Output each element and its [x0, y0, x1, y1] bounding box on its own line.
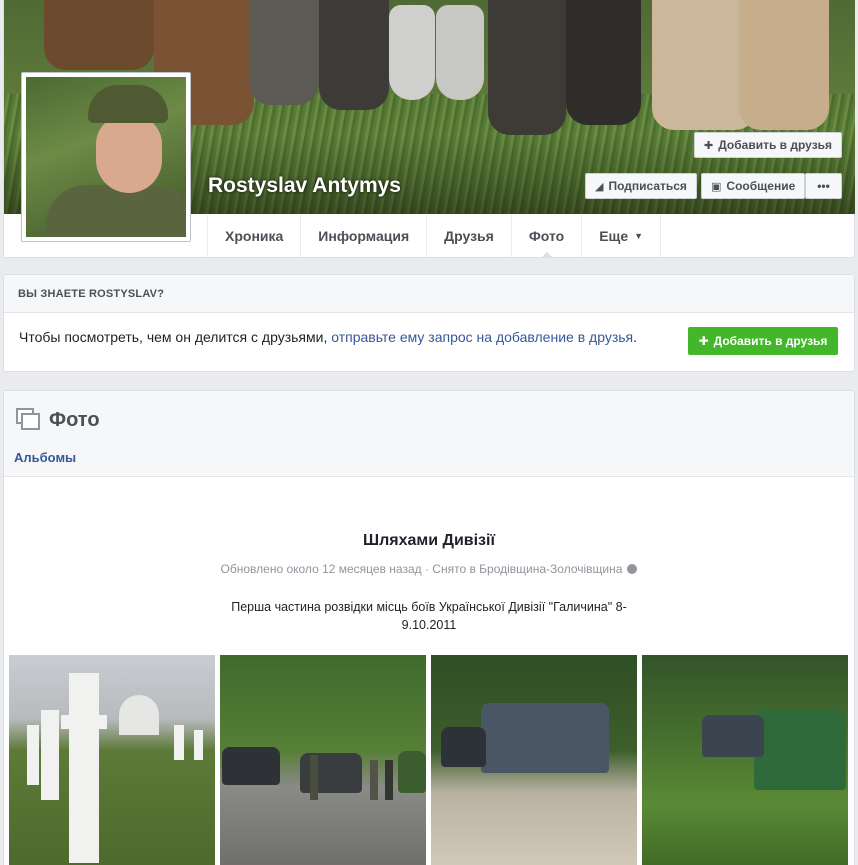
know-heading: ВЫ ЗНАЕТЕ ROSTYSLAV?: [4, 275, 854, 313]
album-photo[interactable]: [431, 655, 637, 865]
subscribe-label: Подписаться: [608, 179, 687, 193]
album-title[interactable]: Шляхами Дивізії: [4, 532, 854, 550]
message-icon: ▣: [711, 180, 722, 193]
album-photo[interactable]: [642, 655, 848, 865]
album-photo[interactable]: [9, 655, 215, 865]
avatar: [26, 77, 186, 237]
subscribe-button[interactable]: ◢ Подписаться: [585, 173, 697, 199]
cover-boot: [436, 5, 484, 100]
cover-boot: [488, 0, 566, 135]
tab-label: Информация: [318, 228, 410, 244]
more-options-button[interactable]: •••: [805, 173, 842, 199]
add-friend-icon: ✚: [704, 139, 714, 152]
cover-boot: [319, 0, 389, 110]
album-meta: Обновлено около 12 месяцев назад · Снято…: [4, 562, 854, 576]
tab-about[interactable]: Информация: [301, 215, 428, 257]
rss-icon: ◢: [595, 180, 604, 193]
albums-link[interactable]: Альбомы: [14, 450, 76, 465]
tab-friends[interactable]: Друзья: [427, 215, 512, 257]
profile-tabs: Хроника Информация Друзья Фото Еще ▼: [207, 215, 662, 258]
photos-header: Фото Альбомы: [4, 391, 854, 477]
cover-boot: [739, 0, 829, 130]
tab-timeline[interactable]: Хроника: [208, 215, 302, 257]
photos-title[interactable]: Фото: [49, 409, 100, 432]
tab-label: Хроника: [225, 228, 284, 244]
add-friend-icon: ✚: [698, 334, 709, 348]
cover-boot: [44, 0, 154, 70]
avatar-body: [46, 185, 186, 237]
know-prefix: Чтобы посмотреть, чем он делится с друзь…: [19, 329, 332, 345]
add-friend-label: Добавить в друзья: [718, 138, 833, 152]
album-photo[interactable]: [220, 655, 426, 865]
tab-label: Фото: [528, 228, 565, 244]
globe-icon: [627, 564, 638, 574]
cover-boot: [249, 0, 319, 105]
know-person-box: ВЫ ЗНАЕТЕ ROSTYSLAV? Чтобы посмотреть, ч…: [3, 274, 855, 372]
message-label: Сообщение: [726, 179, 796, 193]
cover-boot: [389, 5, 435, 100]
cover-boot: [566, 0, 641, 125]
tab-more[interactable]: Еще ▼: [582, 215, 662, 257]
send-request-link[interactable]: отправьте ему запрос на добавление в дру…: [331, 329, 633, 345]
profile-header: Rostyslav Antymys ✚ Добавить в друзья ◢ …: [3, 0, 855, 258]
profile-picture[interactable]: [21, 72, 191, 242]
photos-section: Фото Альбомы Шляхами Дивізії Обновлено о…: [3, 390, 855, 865]
add-friend-button[interactable]: ✚ Добавить в друзья: [694, 132, 843, 158]
tab-label: Еще: [599, 228, 629, 244]
tab-label: Друзья: [444, 228, 494, 244]
more-label: •••: [817, 179, 830, 193]
know-suffix: .: [633, 329, 638, 345]
tab-photos[interactable]: Фото: [512, 215, 583, 258]
add-friend-green-button[interactable]: ✚ Добавить в друзья: [688, 327, 838, 355]
avatar-cap: [88, 85, 168, 123]
know-text: Чтобы посмотреть, чем он делится с друзь…: [19, 329, 637, 345]
album-description: Перша частина розвідки місць боїв Україн…: [231, 600, 627, 632]
add-friend-green-label: Добавить в друзья: [713, 334, 828, 348]
photos-icon: [16, 408, 40, 430]
album-meta-text: Обновлено около 12 месяцев назад · Снято…: [220, 562, 623, 576]
message-button[interactable]: ▣ Сообщение: [701, 173, 806, 199]
avatar-face: [96, 115, 162, 193]
profile-name[interactable]: Rostyslav Antymys: [208, 174, 401, 198]
caret-down-icon: ▼: [634, 231, 644, 241]
